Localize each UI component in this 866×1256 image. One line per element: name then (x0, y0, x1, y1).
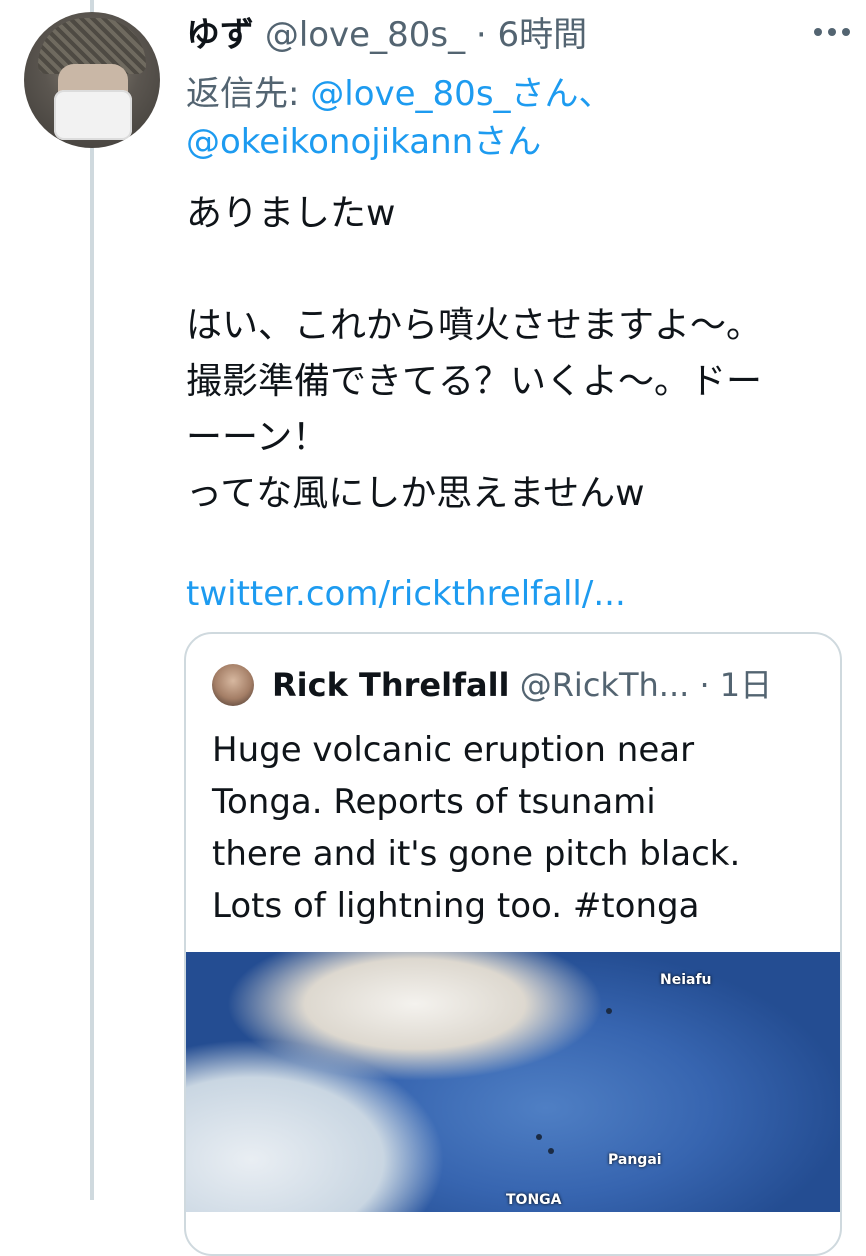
tweet-header: ゆず @love_80s_ · 6時間 (186, 12, 587, 58)
map-label-neiafu: Neiafu (660, 972, 712, 988)
separator: · (475, 15, 487, 55)
quoted-text-line: Huge volcanic eruption near (212, 730, 695, 770)
avatar-mask (54, 90, 132, 140)
tweet-link[interactable]: twitter.com/rickthrelfall/... (186, 570, 626, 618)
map-label-pangai: Pangai (608, 1152, 662, 1168)
more-dot (828, 28, 836, 36)
quoted-text-line: there and it's gone pitch black. (212, 834, 741, 874)
reply-label: 返信先: (186, 74, 311, 114)
reply-to: 返信先: @love_80s_さん、 @okeikonojikannさん (186, 70, 846, 166)
more-options-icon[interactable] (814, 22, 854, 42)
more-dot (814, 28, 822, 36)
quoted-display-name[interactable]: Rick Threlfall (272, 666, 510, 704)
quoted-tweet[interactable]: Rick Threlfall @RickTh... · 1日 Huge volc… (184, 632, 842, 1256)
satellite-image[interactable]: Neiafu Pangai TONGA (186, 952, 840, 1212)
quoted-header: Rick Threlfall @RickTh... · 1日 (272, 662, 772, 708)
reply-mention[interactable]: @okeikonojikannさん (186, 122, 541, 162)
quoted-text: Huge volcanic eruption near Tonga. Repor… (212, 724, 822, 932)
island-marker (606, 1008, 612, 1014)
more-dot (842, 28, 850, 36)
quoted-timestamp[interactable]: 1日 (720, 666, 772, 704)
quoted-text-line: Lots of lightning too. #tonga (212, 886, 700, 926)
island-marker (548, 1148, 554, 1154)
quoted-text-line: Tonga. Reports of tsunami (212, 782, 656, 822)
reply-mention[interactable]: @love_80s_さん、 (310, 74, 612, 114)
thread-line (90, 0, 94, 1200)
map-label-tonga: TONGA (506, 1192, 562, 1208)
body-line: 撮影準備できてる？いくよ〜。ドー (186, 361, 763, 402)
quoted-separator: · (699, 666, 710, 704)
timestamp[interactable]: 6時間 (498, 15, 588, 55)
body-line: ありましたw (186, 193, 396, 234)
display-name[interactable]: ゆず (186, 15, 254, 55)
tweet-body: ありましたw はい、これから噴火させますよ〜。 撮影準備できてる？いくよ〜。ドー… (186, 186, 846, 522)
user-handle[interactable]: @love_80s_ (265, 15, 465, 55)
body-line: ってな風にしか思えませんw (186, 473, 645, 514)
avatar[interactable] (24, 12, 160, 148)
quoted-handle[interactable]: @RickTh... (520, 666, 690, 704)
body-line: はい、これから噴火させますよ〜。 (186, 305, 763, 346)
quoted-avatar[interactable] (212, 664, 254, 706)
body-line: ーーン！ (186, 417, 329, 458)
island-marker (536, 1134, 542, 1140)
